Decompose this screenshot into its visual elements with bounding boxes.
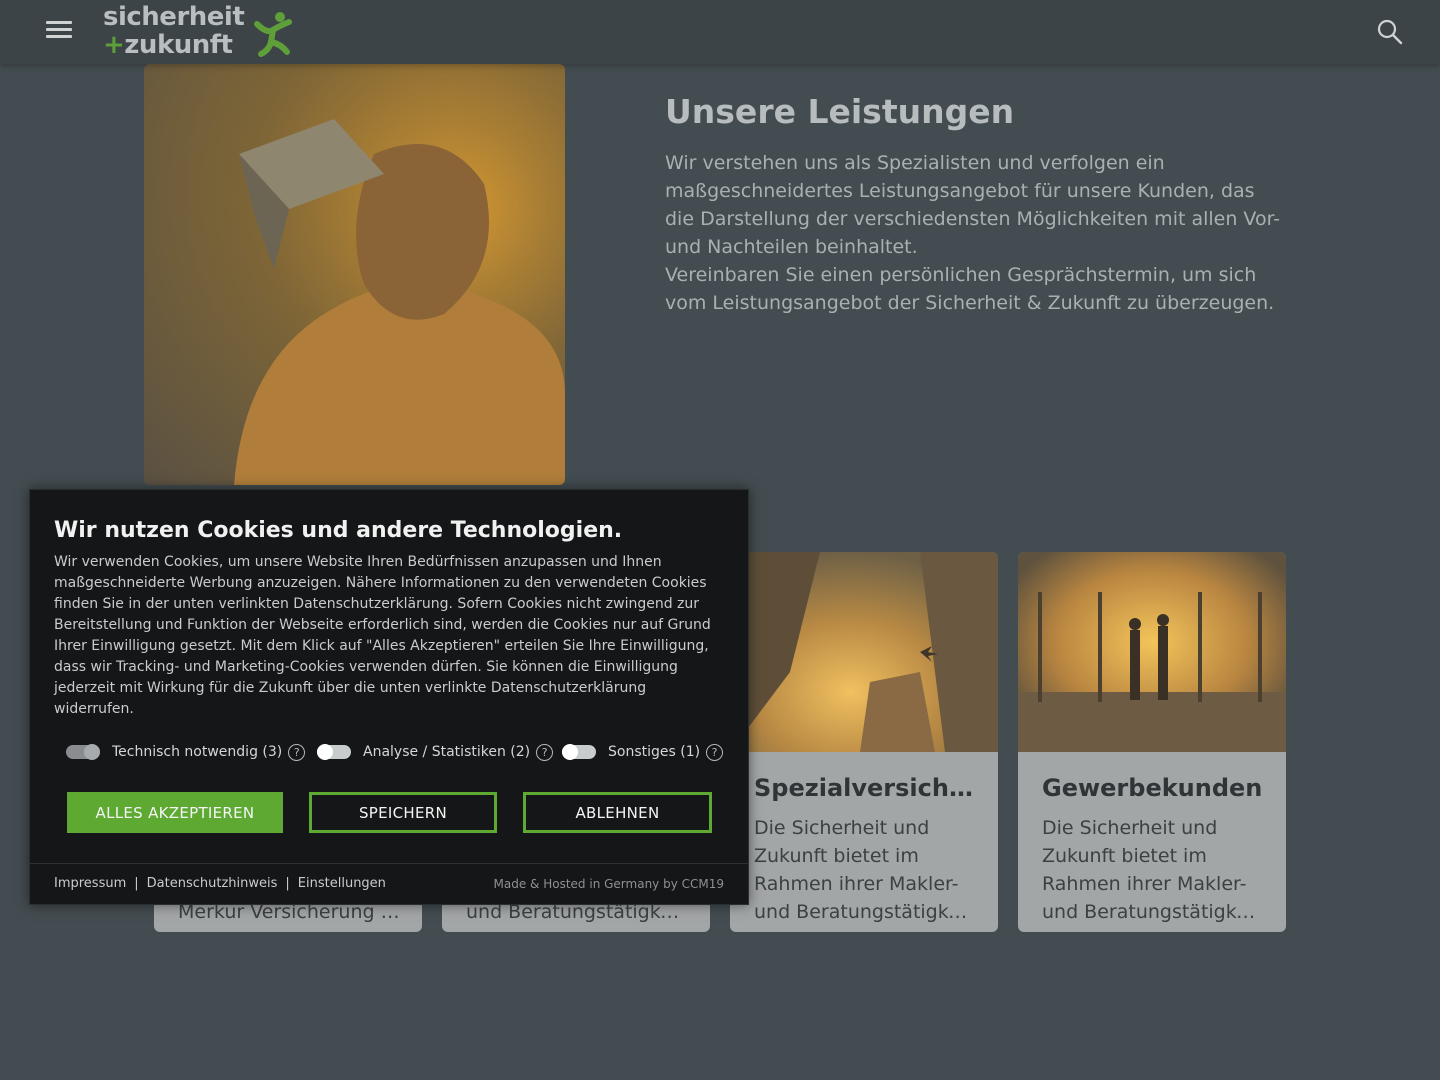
site-header: sicherheit +zukunft — [0, 0, 1440, 64]
toggle-switch-sonstiges[interactable] — [562, 744, 596, 760]
einstellungen-link[interactable]: Einstellungen — [298, 876, 386, 891]
card-text-body: Die Sicherheit und Zukunft bietet im Rah… — [754, 817, 959, 895]
save-button[interactable]: SPEICHERN — [309, 792, 497, 833]
help-icon[interactable]: ? — [536, 743, 554, 761]
card-text-last-line: und Beratungstätigkei... — [1042, 901, 1266, 923]
logo-figure-icon — [254, 12, 292, 57]
help-icon[interactable]: ? — [706, 743, 724, 761]
cookie-divider — [30, 863, 748, 864]
cookie-description: Wir verwenden Cookies, um unsere Website… — [54, 554, 711, 717]
logo-text-line1: sicherheit — [103, 2, 245, 32]
section-title: Unsere Leistungen — [665, 92, 1015, 131]
cookie-footer-links: Impressum | Datenschutzhinweis | Einstel… — [54, 876, 386, 891]
help-icon[interactable]: ? — [288, 743, 306, 761]
logo-text-zukunft: zukunft — [124, 30, 233, 60]
toggle-switch-analyse[interactable] — [317, 744, 351, 760]
cookie-title: Wir nutzen Cookies und andere Technologi… — [54, 518, 623, 543]
cookie-category-toggles: Technisch notwendig (3) ? Analyse / Stat… — [66, 740, 726, 764]
card-title: Spezialversicher... — [754, 774, 984, 802]
footer-separator: | — [134, 876, 139, 891]
intro-paragraph-1: Wir verstehen uns als Spezialisten und v… — [665, 152, 1281, 258]
toggle-sonstiges: Sonstiges (1) ? — [562, 740, 724, 764]
service-card-spezialversicherungen[interactable]: Spezialversicher... Die Sicherheit und Z… — [730, 552, 998, 932]
accept-all-button[interactable]: ALLES AKZEPTIEREN — [67, 792, 283, 833]
reject-button[interactable]: ABLEHNEN — [523, 792, 712, 833]
card-text: Die Sicherheit und Zukunft bietet im Rah… — [754, 814, 978, 926]
cookie-consent-banner: Wir nutzen Cookies und andere Technologi… — [29, 489, 749, 905]
logo-text-line2: +zukunft — [103, 30, 233, 60]
toggle-switch-technisch[interactable] — [66, 744, 100, 760]
hero-image-illustration — [144, 64, 565, 485]
card-image-skyscrapers — [730, 552, 998, 752]
toggle-analyse-statistiken: Analyse / Statistiken (2) ? — [317, 740, 554, 764]
search-icon[interactable] — [1376, 18, 1404, 46]
intro-paragraph-2: Vereinbaren Sie einen persönlichen Gespr… — [665, 264, 1275, 314]
hamburger-menu-icon[interactable] — [46, 18, 74, 44]
site-logo[interactable]: sicherheit +zukunft — [103, 2, 293, 62]
impressum-link[interactable]: Impressum — [54, 876, 126, 891]
service-card-gewerbekunden[interactable]: Gewerbekunden Die Sicherheit und Zukunft… — [1018, 552, 1286, 932]
card-text-body: Die Sicherheit und Zukunft bietet im Rah… — [1042, 817, 1247, 895]
logo-plus: + — [103, 30, 125, 60]
card-image-office — [1018, 552, 1286, 752]
toggle-technisch-notwendig: Technisch notwendig (3) ? — [66, 740, 306, 764]
card-text-last-line: und Beratungstätigkei... — [754, 901, 978, 923]
section-description: Wir verstehen uns als Spezialisten und v… — [665, 149, 1285, 317]
footer-separator: | — [285, 876, 290, 891]
hero-image — [144, 64, 565, 485]
card-text: Die Sicherheit und Zukunft bietet im Rah… — [1042, 814, 1266, 926]
card-title: Gewerbekunden — [1042, 774, 1263, 802]
datenschutzhinweis-link[interactable]: Datenschutzhinweis — [147, 876, 278, 891]
toggle-label: Sonstiges (1) — [608, 744, 701, 760]
toggle-label: Analyse / Statistiken (2) — [363, 744, 531, 760]
made-by-credit[interactable]: Made & Hosted in Germany by CCM19 — [494, 877, 724, 891]
toggle-label: Technisch notwendig (3) — [112, 744, 283, 760]
